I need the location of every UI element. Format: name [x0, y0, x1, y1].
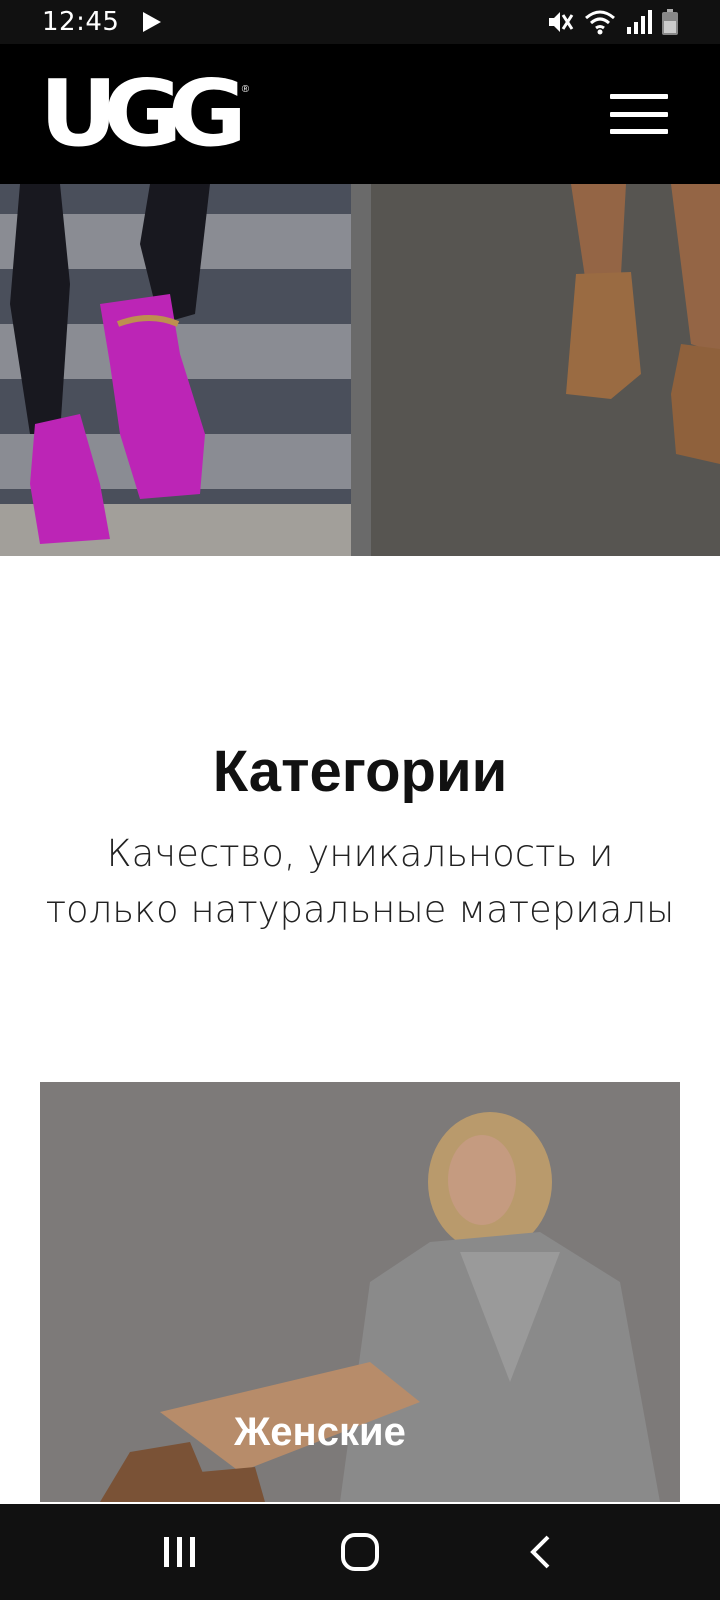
battery-icon — [662, 9, 678, 35]
hero-divider — [351, 184, 371, 556]
categories-subtitle: Качество, уникальность и только натураль… — [45, 832, 675, 931]
hamburger-menu-icon[interactable] — [610, 94, 668, 134]
hero-image-tan-boots — [371, 184, 720, 556]
categories-title: Категории — [212, 739, 508, 804]
ugg-logo[interactable]: UGG ® — [39, 68, 250, 160]
mute-icon — [549, 12, 574, 32]
registered-mark: ® — [241, 84, 250, 95]
hero-image-pink-boots — [0, 184, 351, 556]
home-icon[interactable] — [320, 1522, 400, 1582]
status-time: 12:45 — [42, 7, 120, 37]
status-bar: 12:45 — [0, 0, 720, 44]
logo-text: UGG — [39, 60, 247, 167]
signal-icon — [627, 10, 652, 34]
category-label-women[interactable]: Женские — [0, 1410, 640, 1455]
back-icon[interactable] — [500, 1522, 580, 1582]
system-nav-bar — [0, 1504, 720, 1600]
wifi-icon — [585, 10, 615, 35]
site-header: UGG ® — [0, 44, 720, 184]
hero-banner[interactable] — [0, 184, 720, 556]
status-icons — [546, 9, 678, 35]
play-icon — [143, 12, 162, 32]
recent-apps-icon[interactable] — [140, 1522, 220, 1582]
